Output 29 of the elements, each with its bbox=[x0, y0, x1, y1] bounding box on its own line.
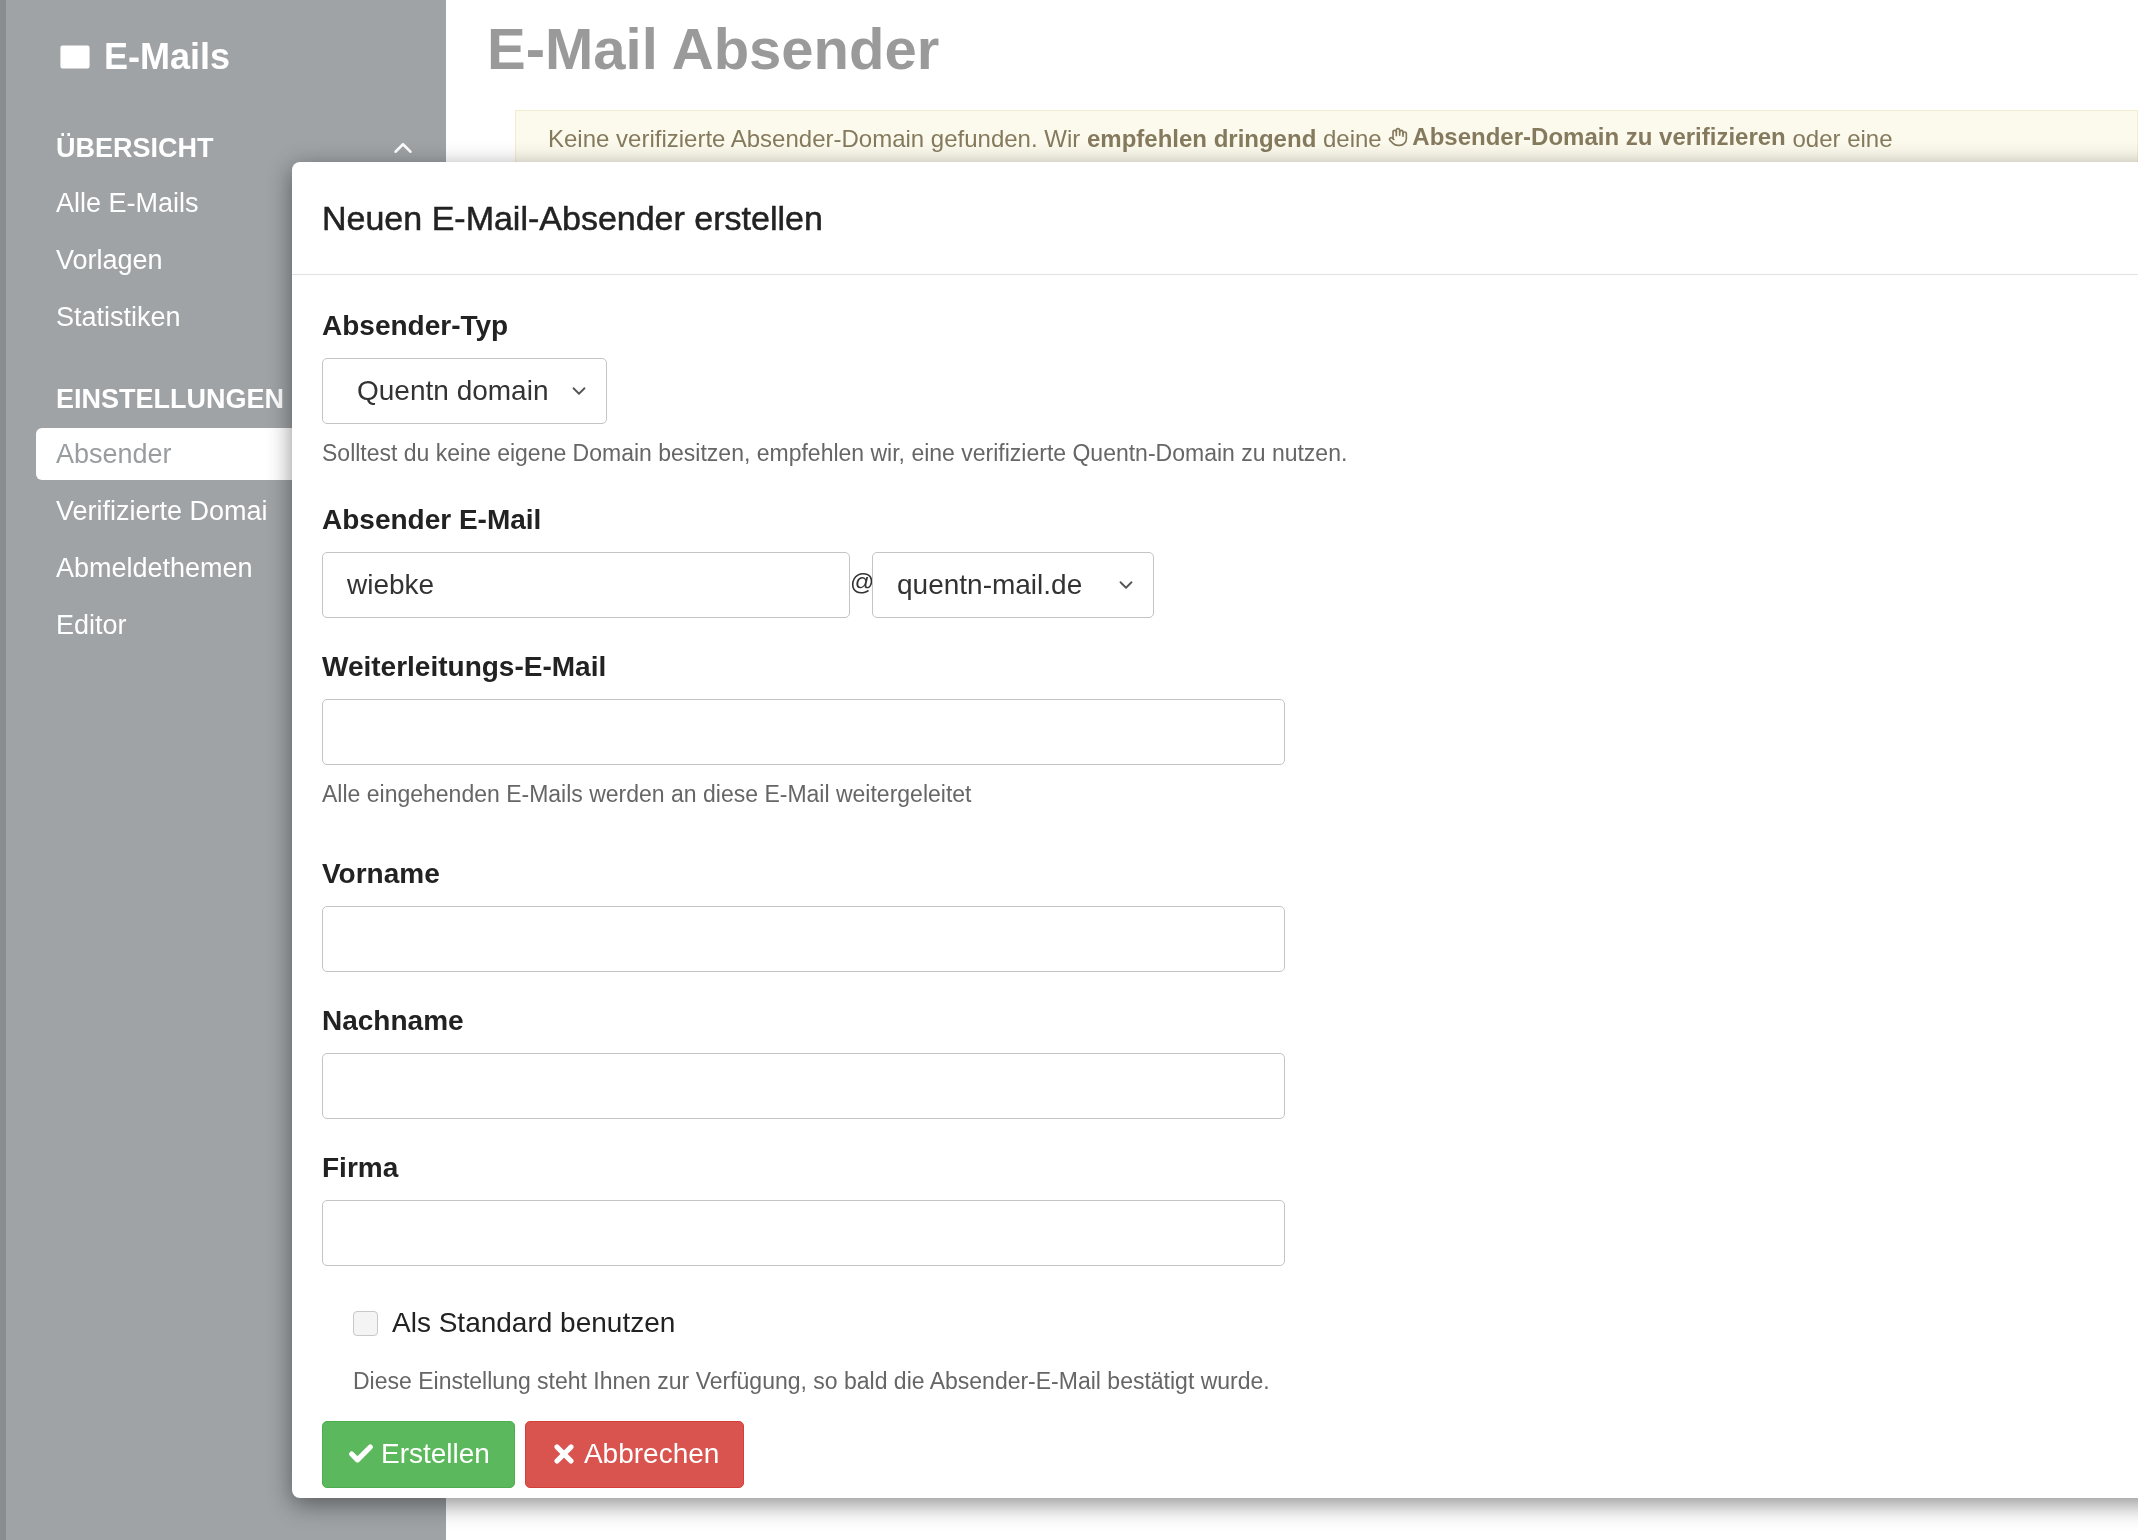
alert-text: oder eine bbox=[1792, 125, 1893, 152]
field-label: Firma bbox=[322, 1151, 400, 1185]
create-button[interactable]: Erstellen bbox=[322, 1420, 515, 1488]
dialog-title: Neuen E-Mail-Absender erstellen bbox=[322, 197, 823, 239]
at-sign: @ bbox=[850, 566, 872, 597]
input-field[interactable] bbox=[322, 1200, 1285, 1266]
dropdown[interactable]: quentn-mail.de bbox=[872, 551, 1154, 618]
section-heading: ÜBERSICHT bbox=[56, 131, 214, 165]
sidebar-title: E-Mails bbox=[104, 35, 231, 79]
input-field[interactable] bbox=[322, 698, 1285, 765]
field-label: Nachname bbox=[322, 1004, 465, 1038]
alert-text: Keine verifizierte Absender-Domain gefunden. Wir empfehlen dringend deine bbox=[548, 125, 1382, 152]
field-label: Absender-Typ bbox=[322, 309, 510, 343]
section-heading: EINSTELLUNGEN bbox=[56, 382, 284, 416]
checkbox[interactable] bbox=[353, 1310, 378, 1336]
page-title: E-Mail Absender bbox=[487, 15, 941, 83]
help-text: Diese Einstellung steht Ihnen zur Verfügung, so bald die Absender-E-Mail bestätigt wurde. bbox=[353, 1367, 1271, 1396]
input-field[interactable] bbox=[322, 1053, 1285, 1119]
field-label: Absender E-Mail bbox=[322, 502, 543, 537]
field-label: Vorname bbox=[322, 857, 441, 891]
input-field[interactable]: wiebke bbox=[322, 551, 850, 618]
checkbox-label: Als Standard benutzen bbox=[392, 1306, 676, 1340]
cancel-button[interactable]: Abbrechen bbox=[524, 1420, 745, 1488]
hand-icon bbox=[1388, 127, 1409, 147]
verify-domain-link[interactable]: Absender-Domain zu verifizieren bbox=[1388, 123, 1786, 151]
help-text: Alle eingehenden E-Mails werden an diese E-Mail weitergeleitet bbox=[322, 779, 973, 809]
field-label: Weiterleitungs-E-Mail bbox=[322, 649, 608, 684]
dropdown[interactable]: Quentn domain bbox=[322, 358, 607, 424]
input-field[interactable] bbox=[322, 906, 1285, 972]
